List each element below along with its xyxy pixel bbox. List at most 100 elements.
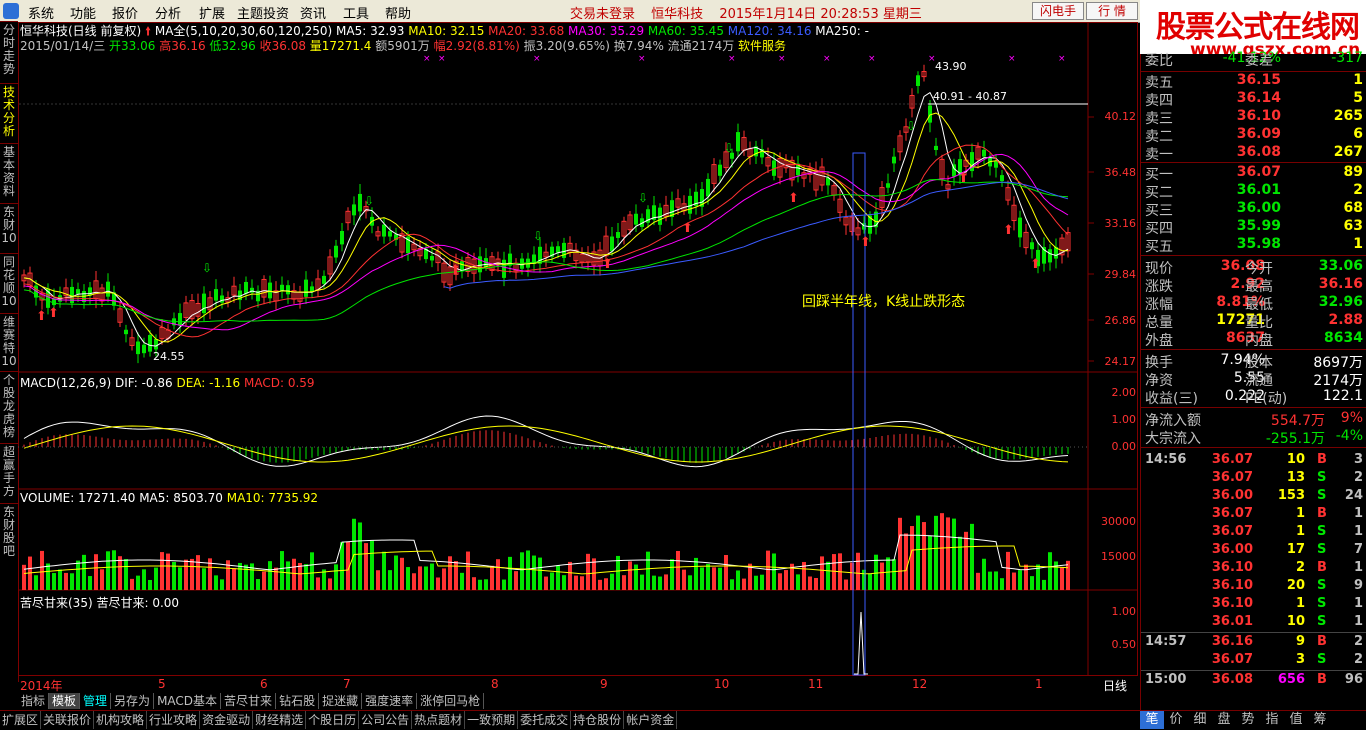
detail-tab[interactable]: 势 [1236, 711, 1260, 729]
candle-body [154, 339, 158, 350]
status-tab[interactable]: 持仓股份 [571, 711, 625, 729]
bar-industry[interactable]: 软件服务 [738, 39, 786, 53]
left-tab[interactable]: 超赢手方 [1, 446, 17, 498]
label: 净资 [1145, 373, 1173, 389]
indicator-tab[interactable]: 钻石股 [276, 693, 320, 709]
left-tab[interactable]: 技术分析 [1, 86, 17, 138]
left-tab[interactable]: 分时走势 [1, 24, 17, 76]
bar-high: 高36.16 [159, 39, 206, 53]
month-label: 5 [158, 677, 166, 691]
menu-item[interactable]: 资讯 [300, 3, 326, 22]
volume-title[interactable]: VOLUME: 17271.40 [20, 491, 135, 505]
volume-bar [364, 543, 368, 590]
buy-level[interactable]: 买三 36.00 68 [1145, 200, 1365, 219]
volume-bar [676, 550, 680, 590]
flash-trade-button[interactable]: 闪电手 [1032, 2, 1084, 20]
sell-level[interactable]: 卖五 36.15 1 [1145, 72, 1365, 91]
detail-tab[interactable]: 指 [1260, 711, 1284, 729]
candle-body [142, 344, 146, 354]
buy-level[interactable]: 买一 36.07 89 [1145, 164, 1365, 183]
volume-bar [658, 576, 662, 590]
volume-bar [604, 578, 608, 590]
menu-item[interactable]: 帮助 [385, 3, 411, 22]
ma-all-label[interactable]: MA全(5,10,20,30,60,120,250) [155, 24, 332, 38]
value: 32.96 [1318, 294, 1363, 310]
left-tab[interactable]: 东财10 [1, 206, 17, 245]
candle-body [1000, 175, 1004, 182]
left-tab[interactable]: 基本资料 [1, 146, 17, 198]
kline-chart[interactable]: ⬆ ⬆⬆ ⬆⬆⬆⬆⬆⬆⬆⇩⇩⇩⇩⇩⇩× × × × × × × × × × × [18, 22, 1138, 676]
macd-value: MACD: 0.59 [244, 376, 315, 390]
volume-bar [424, 566, 428, 590]
detail-tab[interactable]: 盘 [1212, 711, 1236, 729]
detail-tab[interactable]: 细 [1188, 711, 1212, 729]
sell-level[interactable]: 卖一 36.08 267 [1145, 144, 1365, 163]
candle-body [994, 161, 998, 168]
indicator-tab[interactable]: 捉迷藏 [319, 693, 363, 709]
buy-level[interactable]: 买二 36.01 2 [1145, 182, 1365, 201]
magenta-cross-marker: × [1008, 54, 1016, 64]
status-tab[interactable]: 行业攻略 [147, 711, 201, 729]
volume-bar [130, 578, 134, 590]
stock-name: 恒华科技 [651, 7, 704, 22]
status-tab[interactable]: 扩展区 [0, 711, 42, 729]
fund-row: 净资 5.55 流通 2174万 [1145, 370, 1365, 389]
buy-level[interactable]: 买四 35.99 63 [1145, 218, 1365, 237]
buy-level[interactable]: 买五 35.98 1 [1145, 236, 1365, 255]
status-tab[interactable]: 机构攻略 [94, 711, 148, 729]
indicator-tab[interactable]: 模板 [49, 693, 81, 709]
detail-tab[interactable]: 笔 [1140, 711, 1164, 729]
indicator-tab[interactable]: 涨停回马枪 [417, 693, 485, 709]
indicator-tab[interactable]: 苦尽甘来 [221, 693, 277, 709]
status-tab[interactable]: 热点题材 [412, 711, 466, 729]
left-tab[interactable]: 东财股吧 [1, 506, 17, 558]
bar-change: 幅2.92(8.81%) [433, 39, 520, 53]
menu-item[interactable]: 主题投资 [237, 3, 289, 22]
status-tab[interactable]: 一致预期 [465, 711, 519, 729]
sell-level[interactable]: 卖三 36.10 265 [1145, 108, 1365, 127]
kjgl-title[interactable]: 苦尽甘来(35) [20, 596, 93, 610]
detail-tab[interactable]: 筹 [1308, 711, 1332, 729]
quote-button[interactable]: 行 情 [1086, 2, 1138, 20]
left-tab[interactable]: 同花顺10 [1, 256, 17, 308]
detail-tab[interactable]: 值 [1284, 711, 1308, 729]
volume-bar [760, 574, 764, 590]
left-tab[interactable]: 个股龙虎榜 [1, 374, 17, 439]
detail-tab[interactable]: 价 [1164, 711, 1188, 729]
status-tab[interactable]: 委托成交 [518, 711, 572, 729]
status-tab[interactable]: 帐户资金 [624, 711, 678, 729]
menu-item[interactable]: 功能 [70, 3, 96, 22]
tab-divider [0, 83, 18, 84]
status-tab[interactable]: 资金驱动 [200, 711, 254, 729]
menu-item[interactable]: 工具 [343, 3, 369, 22]
volume-bar [586, 553, 590, 590]
indicator-tab[interactable]: 强度速率 [362, 693, 418, 709]
status-tab[interactable]: 财经精选 [253, 711, 307, 729]
status-tab[interactable]: 公司公告 [359, 711, 413, 729]
menu-item[interactable]: 扩展 [199, 3, 225, 22]
price: 36.09 [1236, 126, 1281, 142]
tick-row: 15:00 36.08 656 B 96 [1145, 672, 1365, 690]
indicator-tab[interactable]: 指标 [18, 693, 50, 709]
year-label: 2014年 [20, 679, 63, 693]
status-tab[interactable]: 个股日历 [306, 711, 360, 729]
tick-price: 36.10 [1211, 578, 1253, 593]
volume-axis-tick: 15000 [1101, 550, 1136, 563]
candle-body [280, 284, 284, 291]
sell-level[interactable]: 卖二 36.09 6 [1145, 126, 1365, 145]
menu-item[interactable]: 系统 [28, 3, 54, 22]
indicator-tab[interactable]: 另存为 [111, 693, 155, 709]
indicator-tab[interactable]: MACD基本 [154, 693, 222, 709]
volume-bar [544, 576, 548, 590]
sell-level[interactable]: 卖四 36.14 5 [1145, 90, 1365, 109]
status-tab[interactable]: 关联报价 [41, 711, 95, 729]
menu-item[interactable]: 报价 [112, 3, 138, 22]
login-status[interactable]: 交易未登录 [570, 7, 635, 22]
volume-bar [700, 567, 704, 590]
value: 8697万 [1313, 355, 1363, 371]
period-label[interactable]: 日线 [1103, 677, 1127, 694]
left-tab[interactable]: 维赛特10 [1, 316, 17, 368]
menu-item[interactable]: 分析 [155, 3, 181, 22]
macd-title[interactable]: MACD(12,26,9) [20, 376, 111, 390]
indicator-tab[interactable]: 管理 [80, 693, 112, 709]
